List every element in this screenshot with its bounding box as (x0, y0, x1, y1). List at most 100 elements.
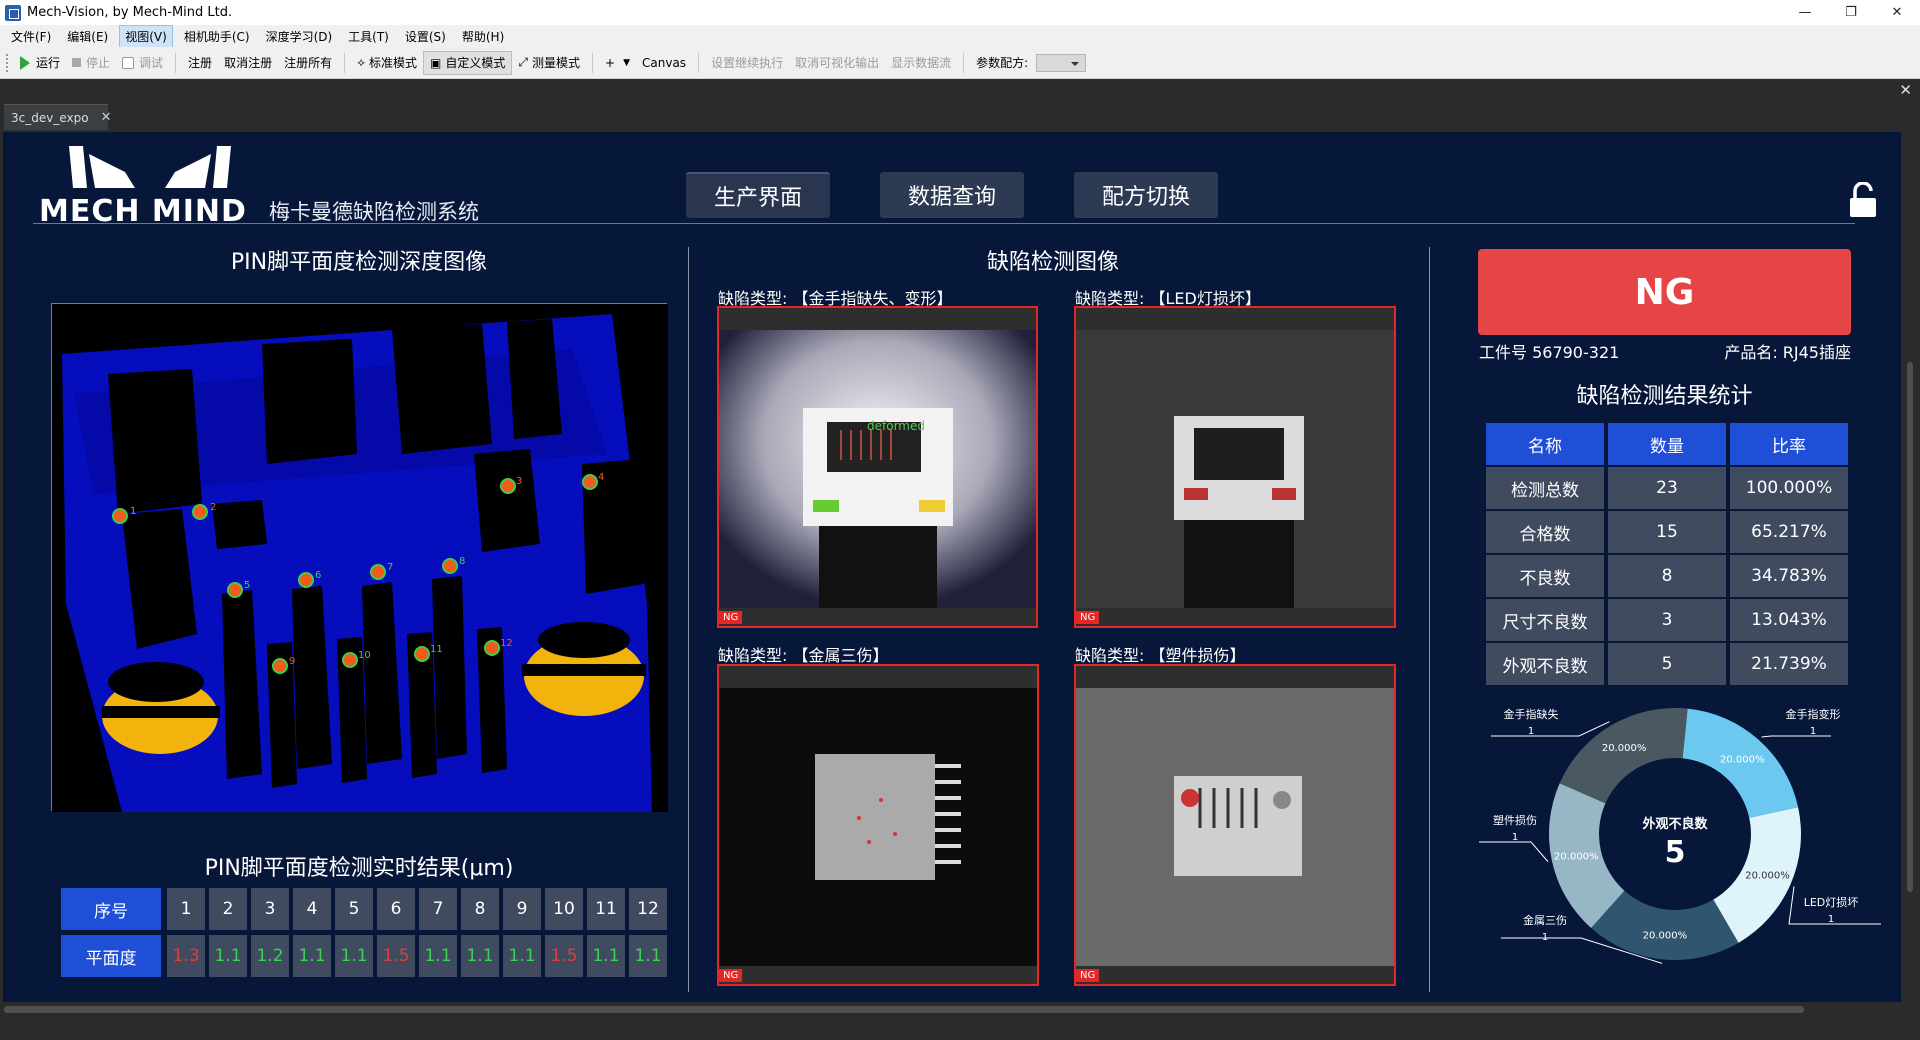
ng-tag: NG (1076, 611, 1100, 624)
planarity-result-title: PIN脚平面度检测实时结果(μm) (204, 856, 514, 881)
menu-camera[interactable]: 相机助手(C) (179, 26, 255, 47)
pin-marker-label: 3 (516, 476, 522, 487)
slice-count-label: 1 (1542, 932, 1548, 943)
close-button[interactable]: ✕ (1874, 0, 1920, 25)
ng-tag: NG (719, 969, 743, 982)
defect-image-3[interactable]: NG (717, 664, 1039, 986)
mech-mind-logo-icon (69, 146, 231, 188)
show-dataflow-button[interactable]: 显示数据流 (885, 51, 957, 75)
stats-cell-ratio: 34.783% (1730, 555, 1848, 597)
close-icon[interactable]: ✕ (1899, 81, 1912, 99)
pin-index-cell: 3 (251, 888, 289, 930)
menu-tools[interactable]: 工具(T) (343, 26, 394, 47)
minimize-button[interactable]: — (1782, 0, 1828, 25)
horizontal-scrollbar[interactable] (0, 1002, 1920, 1040)
standard-mode-button[interactable]: ⟡ 标准模式 (351, 51, 423, 75)
menu-view[interactable]: 视图(V) (119, 24, 173, 48)
image-bottom-bar (719, 608, 1036, 626)
run-button[interactable]: 运行 (14, 51, 66, 75)
slice-name-label: 金手指缺失 (1504, 707, 1559, 721)
measure-mode-button[interactable]: ⤢ 测量模式 (512, 51, 586, 75)
stats-cell-name: 不良数 (1486, 555, 1604, 597)
depth-image: 1 2 3 4 5 6 7 8 9 10 11 12 (51, 303, 668, 812)
toolbar-separator (698, 52, 700, 73)
window-title: Mech-Vision, by Mech-Mind Ltd. (27, 5, 233, 20)
menu-deep-learning[interactable]: 深度学习(D) (261, 26, 338, 47)
slice-count-label: 1 (1828, 914, 1834, 925)
param-recipe-select[interactable] (1036, 53, 1087, 72)
hmi-panel: MECH MIND 梅卡曼德缺陷检测系统 生产界面 数据查询 配方切换 PIN脚… (3, 132, 1901, 1002)
pin-marker-label: 11 (430, 644, 443, 655)
pin-planarity-cell: 1.1 (629, 935, 667, 977)
slice-count-label: 1 (1512, 832, 1518, 843)
product-name: 产品名: RJ45插座 (1724, 343, 1851, 362)
defect-photo: deformed (719, 330, 1036, 608)
defect-image-2[interactable]: NG (1074, 306, 1396, 628)
add-button[interactable]: + ▼ (599, 51, 636, 75)
callout-line (1479, 841, 1549, 862)
checkbox-icon (122, 56, 135, 69)
dock-strip: ✕ (0, 80, 1920, 102)
menu-help[interactable]: 帮助(H) (457, 26, 509, 47)
slice-percent-label: 20.000% (1745, 871, 1790, 882)
stop-button[interactable]: 停止 (66, 51, 116, 75)
debug-toggle[interactable]: 调试 (116, 51, 169, 75)
toolbar-grip[interactable] (6, 53, 10, 72)
nav-recipe-switch[interactable]: 配方切换 (1074, 172, 1218, 218)
title-bar: Mech-Vision, by Mech-Mind Ltd. — ❐ ✕ (0, 0, 1920, 25)
pin-marker-label: 2 (210, 502, 216, 513)
tab-3c-dev-expo[interactable]: 3c_dev_expo ✕ (4, 104, 111, 130)
defect-photo-canvas (719, 688, 1037, 966)
pin-planarity-cell: 1.3 (167, 935, 205, 977)
menu-file[interactable]: 文件(F) (6, 26, 56, 47)
defect-label: 缺陷类型: 【塑件损伤】 (1075, 646, 1246, 665)
set-continue-button[interactable]: 设置继续执行 (705, 51, 789, 75)
defect-photo (719, 688, 1037, 966)
defect-photo (1076, 330, 1394, 608)
defect-image-4[interactable]: NG (1074, 664, 1396, 986)
custom-mode-button[interactable]: ▣ 自定义模式 (423, 50, 513, 75)
image-top-bar (719, 308, 1036, 330)
pin-index-cell: 8 (461, 888, 499, 930)
ruler-icon: ⤢ (518, 55, 529, 69)
unregister-button[interactable]: 取消注册 (218, 51, 278, 75)
image-top-bar (1076, 308, 1394, 330)
menu-edit[interactable]: 编辑(E) (62, 26, 113, 47)
restore-button[interactable]: ❐ (1828, 0, 1874, 25)
stats-cell-ratio: 21.739% (1730, 643, 1848, 685)
callout-line (1761, 735, 1831, 738)
slice-name-label: 金属三伤 (1523, 913, 1567, 927)
pin-planarity-cell: 1.1 (293, 935, 331, 977)
pin-index-cell: 12 (629, 888, 667, 930)
scrollbar-thumb[interactable] (1907, 362, 1913, 892)
register-all-button[interactable]: 注册所有 (278, 51, 338, 75)
stats-header-name: 名称 (1486, 423, 1604, 465)
nav-production[interactable]: 生产界面 (686, 172, 830, 218)
menu-settings[interactable]: 设置(S) (400, 26, 451, 47)
app-icon (5, 4, 21, 21)
vertical-scrollbar[interactable] (1904, 132, 1916, 1002)
cancel-vis-button[interactable]: 取消可视化输出 (789, 51, 885, 75)
scrollbar-thumb[interactable] (4, 1006, 1804, 1013)
pin-planarity-cell: 1.1 (335, 935, 373, 977)
slice-count-label: 1 (1528, 726, 1534, 737)
donut-chart-svg: 20.000% 金手指变形 1 20.000% LED灯损坏 1 20.000% 金属三伤 1 2… (1479, 707, 1881, 964)
nav-data-query[interactable]: 数据查询 (880, 172, 1024, 218)
pin-index-cell: 7 (419, 888, 457, 930)
pin-marker-label: 1 (130, 506, 136, 517)
pin-planarity-cell: 1.5 (545, 935, 583, 977)
pin-marker-label: 7 (387, 562, 393, 573)
image-bottom-bar (1076, 608, 1394, 626)
defect-image-1[interactable]: deformed NG (717, 306, 1038, 628)
unlock-icon[interactable] (1848, 182, 1878, 218)
pin-index-cell: 6 (377, 888, 415, 930)
defect-photo-canvas (1076, 688, 1394, 966)
canvas-button[interactable]: Canvas (636, 51, 692, 75)
table-header-index: 序号 (61, 888, 161, 930)
tab-close-icon[interactable]: ✕ (101, 110, 112, 125)
header-divider (33, 223, 1855, 224)
toolbar-separator (344, 52, 346, 73)
pin-planarity-cell: 1.2 (251, 935, 289, 977)
defect-image-title: 缺陷检测图像 (986, 250, 1119, 275)
register-button[interactable]: 注册 (182, 51, 218, 75)
